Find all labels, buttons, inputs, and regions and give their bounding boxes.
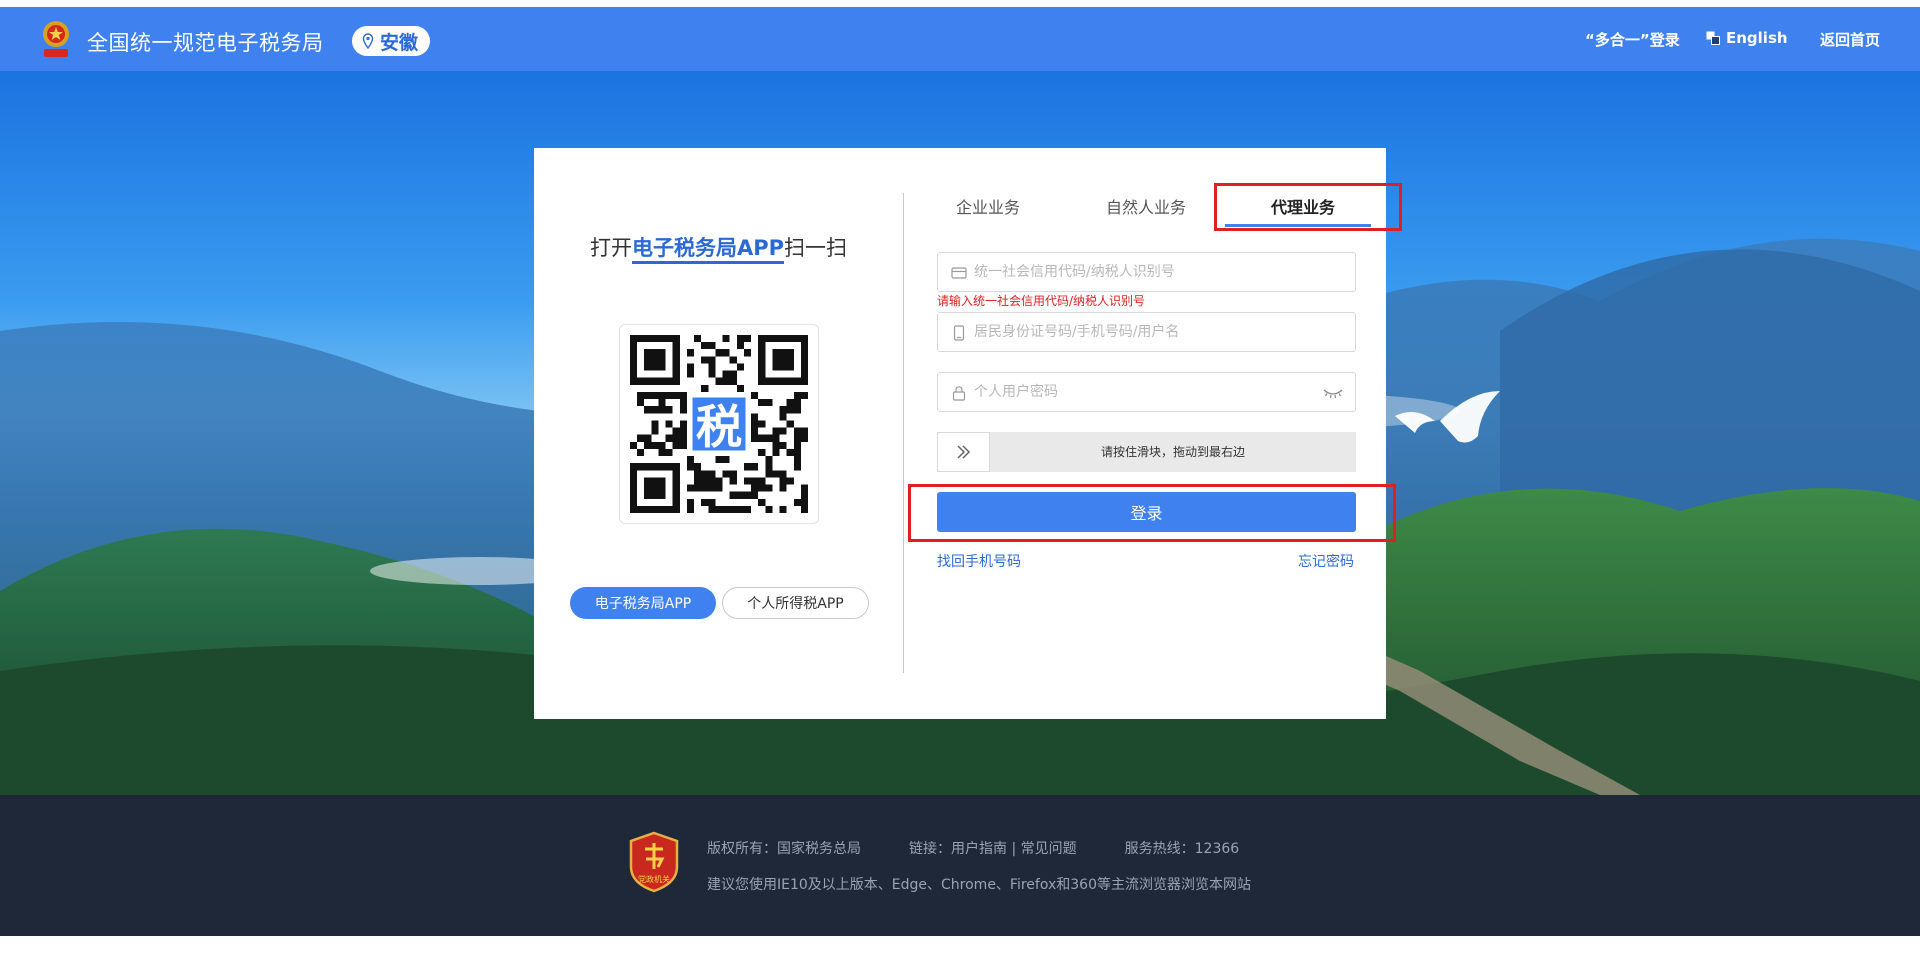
password-input[interactable] — [974, 373, 1314, 411]
party-government-badge-icon: 党政机关 — [629, 831, 679, 893]
language-label: English — [1726, 29, 1788, 47]
credit-code-error: 请输入统一社会信用代码/纳税人识别号 — [937, 294, 1146, 308]
double-chevron-right-icon — [956, 445, 970, 459]
mobile-icon — [953, 325, 965, 341]
language-icon — [1706, 31, 1720, 45]
lock-icon — [952, 386, 966, 401]
iit-app-button[interactable]: 个人所得税APP — [722, 587, 869, 619]
region-selector[interactable]: 安徽 — [352, 26, 431, 56]
home-link[interactable]: 返回首页 — [1820, 29, 1880, 50]
qr-center-char: 税 — [696, 400, 742, 454]
forgot-password-link[interactable]: 忘记密码 — [1298, 551, 1354, 571]
footer: 党政机关 版权所有：国家税务总局 链接：用户指南 | 常见问题 服务热线：12366… — [0, 795, 1920, 936]
eye-closed-icon[interactable] — [1323, 386, 1343, 400]
qr-code-image: 税 — [630, 335, 808, 513]
slider-hint: 请按住滑块，拖动到最右边 — [1100, 445, 1245, 459]
region-label: 安徽 — [380, 31, 419, 54]
vertical-divider — [903, 193, 904, 673]
slider-handle[interactable] — [937, 432, 990, 472]
footer-hotline: 服务热线：12366 — [1124, 841, 1240, 857]
hero-background: 打开电子税务局APP扫一扫 税 电子税务局APP 个人所得税APP 企业业务 自… — [0, 71, 1920, 795]
user-id-input[interactable] — [974, 313, 1314, 351]
annotation-box-tab — [1214, 183, 1402, 231]
multi-login-link[interactable]: “多合一”登录 — [1585, 29, 1680, 50]
tab-individual[interactable]: 自然人业务 — [1106, 194, 1186, 218]
find-phone-link[interactable]: 找回手机号码 — [937, 551, 1021, 571]
scan-title: 打开电子税务局APP扫一扫 — [534, 232, 903, 264]
slider-captcha: 请按住滑块，拖动到最右边 — [937, 432, 1356, 472]
credit-code-field[interactable] — [937, 252, 1356, 292]
scan-title-suffix: 扫一扫 — [784, 236, 848, 260]
badge-text: 党政机关 — [638, 874, 670, 884]
location-pin-icon — [362, 33, 374, 49]
language-switch[interactable]: English — [1706, 29, 1788, 47]
national-emblem-icon — [43, 21, 69, 57]
annotation-box-login — [908, 484, 1396, 542]
qr-code: 税 — [619, 324, 819, 524]
scan-title-prefix: 打开 — [589, 236, 632, 260]
user-id-field[interactable] — [937, 312, 1356, 352]
site-title: 全国统一规范电子税务局 — [87, 31, 324, 55]
etax-app-button[interactable]: 电子税务局APP — [570, 587, 716, 619]
login-card: 打开电子税务局APP扫一扫 税 电子税务局APP 个人所得税APP 企业业务 自… — [534, 148, 1402, 719]
footer-info-line: 版权所有：国家税务总局 链接：用户指南 | 常见问题 服务热线：12366 — [707, 838, 1287, 858]
credit-code-input[interactable] — [974, 253, 1314, 291]
footer-copyright: 版权所有：国家税务总局 — [707, 841, 861, 857]
footer-links[interactable]: 链接：用户指南 | 常见问题 — [909, 841, 1077, 857]
id-card-icon — [951, 267, 967, 279]
footer-browser-tip: 建议您使用IE10及以上版本、Edge、Chrome、Firefox和360等主… — [707, 877, 1251, 893]
password-field[interactable] — [937, 372, 1356, 412]
top-header: 全国统一规范电子税务局 安徽 “多合一”登录 English 返回首页 — [0, 7, 1920, 71]
tab-enterprise[interactable]: 企业业务 — [956, 194, 1020, 218]
scan-title-highlight: 电子税务局APP — [631, 236, 785, 264]
